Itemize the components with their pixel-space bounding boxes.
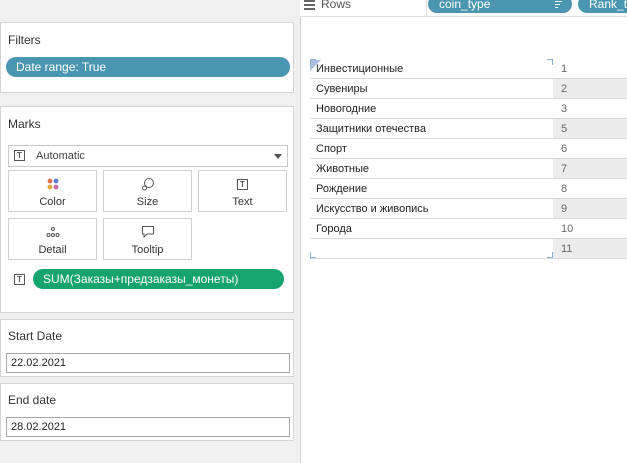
tooltip-button[interactable]: Tooltip	[103, 218, 192, 260]
color-button[interactable]: Color	[8, 170, 97, 212]
coin-type-cell: Рождение	[310, 179, 553, 199]
measure-pill[interactable]: SUM(Заказы+предзаказы_монеты)	[33, 269, 284, 289]
coin-type-pill[interactable]: coin_type	[428, 0, 572, 13]
text-mark-icon: T	[14, 150, 25, 161]
coin-type-cell: Новогодние	[310, 99, 553, 119]
coin-type-pill-label: coin_type	[439, 0, 491, 11]
rank-cell: 7	[553, 159, 627, 179]
color-button-label: Color	[39, 196, 66, 208]
coin-type-cell	[310, 239, 553, 259]
table-row[interactable]: Спорт 6	[310, 139, 627, 159]
tooltip-icon	[104, 225, 191, 239]
rows-icon	[304, 0, 315, 10]
table-row[interactable]: Города 10	[310, 219, 627, 239]
table-row[interactable]: Рождение 8	[310, 179, 627, 199]
marks-title: Marks	[8, 117, 41, 131]
end-date-input[interactable]: 28.02.2021	[6, 417, 290, 437]
table-row[interactable]: Новогодние 3	[310, 99, 627, 119]
coin-type-cell: Города	[310, 219, 553, 239]
table-row[interactable]: 11	[310, 239, 627, 259]
date-range-filter-pill[interactable]: Date range: True	[6, 57, 290, 77]
text-button-label: Text	[232, 196, 253, 208]
tooltip-button-label: Tooltip	[131, 244, 164, 256]
rank-cell: 3	[553, 99, 627, 119]
rank-cell: 8	[553, 179, 627, 199]
table-row[interactable]: Защитники отечества 5	[310, 119, 627, 139]
rank-cell: 9	[553, 199, 627, 219]
start-date-title: Start Date	[8, 329, 63, 343]
rank-cell: 11	[553, 239, 627, 259]
coin-type-cell: Искусство и живопись	[310, 199, 553, 219]
rank-pill[interactable]: Rank_t	[578, 0, 627, 13]
rank-cell: 6	[553, 139, 627, 159]
rank-cell: 2	[553, 79, 627, 99]
start-date-card: Start Date 22.02.2021	[0, 319, 294, 377]
table-row[interactable]: Сувениры 2	[310, 79, 627, 99]
start-date-input[interactable]: 22.02.2021	[6, 353, 290, 373]
table-row[interactable]: Инвестиционные 1	[310, 59, 627, 79]
left-panel: Filters Date range: True Marks T Automat…	[0, 0, 300, 463]
rank-cell: 5	[553, 119, 627, 139]
shelf-divider	[426, 0, 427, 17]
end-date-title: End date	[8, 393, 57, 407]
rows-shelf-label: Rows	[304, 0, 351, 11]
mark-type-label: Automatic	[36, 150, 85, 162]
chevron-down-icon[interactable]	[274, 154, 282, 159]
text-glyph: T	[237, 178, 248, 190]
filters-card: Filters Date range: True	[0, 22, 294, 93]
mark-type-dropdown[interactable]: T Automatic	[8, 145, 288, 167]
filters-title: Filters	[8, 33, 41, 47]
coin-type-cell: Спорт	[310, 139, 553, 159]
detail-button[interactable]: Detail	[8, 218, 97, 260]
detail-button-label: Detail	[38, 244, 67, 256]
size-button-label: Size	[136, 196, 159, 208]
rows-label-text: Rows	[321, 0, 352, 11]
text-icon: T	[199, 177, 286, 191]
detail-icon	[9, 225, 96, 239]
table-row[interactable]: Животные 7	[310, 159, 627, 179]
coin-type-cell: Животные	[310, 159, 553, 179]
rows-shelf: Rows coin_type Rank_t	[300, 0, 627, 17]
table-row[interactable]: Искусство и живопись 9	[310, 199, 627, 219]
text-button[interactable]: T Text	[198, 170, 287, 212]
end-date-card: End date 28.02.2021	[0, 383, 294, 441]
coin-type-cell: Инвестиционные	[310, 59, 553, 79]
coin-type-cell: Защитники отечества	[310, 119, 553, 139]
rank-cell: 1	[553, 59, 627, 79]
size-button[interactable]: Size	[103, 170, 192, 212]
coin-type-cell: Сувениры	[310, 79, 553, 99]
text-mark-field-icon: T	[14, 274, 25, 285]
marks-card: Marks T Automatic Color Size T Text Deta…	[0, 106, 294, 313]
color-palette-icon	[9, 177, 96, 191]
rank-cell: 10	[553, 219, 627, 239]
sort-icon	[555, 1, 562, 10]
size-icon	[104, 177, 191, 191]
